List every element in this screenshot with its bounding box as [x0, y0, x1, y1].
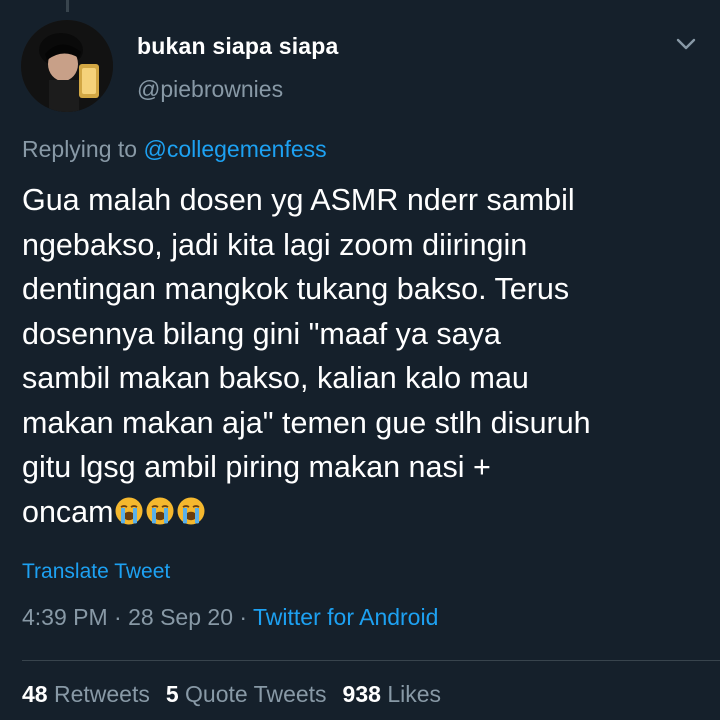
retweets-label: Retweets — [53, 681, 150, 707]
user-handle[interactable]: @piebrownies — [137, 76, 283, 103]
retweets-stat[interactable]: 48 Retweets — [22, 681, 150, 707]
tweet-text: Gua malah dosen yg ASMR nderr sambil nge… — [22, 178, 712, 534]
engagement-stats: 48 Retweets 5 Quote Tweets 938 Likes — [22, 681, 457, 708]
tweet-time[interactable]: 4:39 PM — [22, 604, 108, 630]
loudly-crying-face-icon — [114, 496, 144, 526]
tweet-source-link[interactable]: Twitter for Android — [253, 604, 438, 630]
likes-label: Likes — [387, 681, 442, 707]
meta-separator: · — [107, 604, 129, 630]
display-name[interactable]: bukan siapa siapa — [137, 33, 339, 60]
chevron-down-icon[interactable] — [674, 34, 698, 54]
translate-tweet-link[interactable]: Translate Tweet — [22, 560, 170, 584]
thread-connector-line — [66, 0, 69, 12]
tweet-detail: bukan siapa siapa @piebrownies Replying … — [0, 0, 720, 720]
tweet-date[interactable]: 28 Sep 20 — [128, 604, 233, 630]
divider — [22, 660, 720, 661]
avatar[interactable] — [21, 20, 113, 112]
likes-stat[interactable]: 938 Likes — [343, 681, 441, 707]
quote-tweets-stat[interactable]: 5 Quote Tweets — [166, 681, 327, 707]
tweet-meta: 4:39 PM · 28 Sep 20 · Twitter for Androi… — [22, 604, 438, 631]
loudly-crying-face-icon — [145, 496, 175, 526]
reply-mention-link[interactable]: @collegemenfess — [143, 136, 326, 162]
quote-tweets-label: Quote Tweets — [185, 681, 327, 707]
likes-count: 938 — [342, 681, 381, 707]
retweets-count: 48 — [22, 681, 48, 707]
tweet-body: Gua malah dosen yg ASMR nderr sambil nge… — [22, 183, 591, 529]
replying-to-line: Replying to @collegemenfess — [22, 136, 327, 163]
meta-separator: · — [232, 604, 254, 630]
quote-tweets-count: 5 — [165, 681, 179, 707]
loudly-crying-face-icon — [176, 496, 206, 526]
replying-to-label: Replying to — [22, 136, 144, 162]
